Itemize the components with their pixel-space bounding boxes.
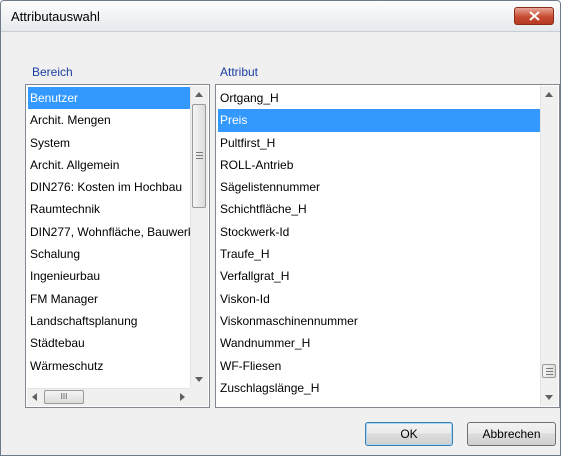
bereich-vertical-scrollbar[interactable] [190, 86, 208, 388]
list-item[interactable]: Viskon-Id [218, 288, 540, 310]
bereich-scroll-thumb[interactable] [192, 104, 206, 208]
list-item[interactable]: FM Manager [28, 288, 190, 310]
arrow-left-icon[interactable] [32, 393, 37, 401]
attribut-label: Attribut [220, 65, 259, 79]
bereich-horizontal-scrollbar[interactable]: III [27, 388, 190, 406]
arrow-up-icon [545, 92, 553, 97]
cancel-button[interactable]: Abbrechen [467, 422, 556, 446]
ok-button[interactable]: OK [365, 422, 453, 446]
close-icon [529, 11, 540, 21]
attribut-scroll-up-button[interactable] [541, 86, 558, 103]
attribut-scroll-down-button[interactable] [541, 389, 558, 406]
list-item[interactable]: Traufe_H [218, 243, 540, 265]
list-item[interactable]: Zuschlagslänge_H [218, 377, 540, 399]
scrollbar-corner [190, 388, 208, 406]
dialog-title: Attributauswahl [11, 9, 100, 24]
list-item[interactable]: Schalung [28, 243, 190, 265]
bereich-hscroll-thumb[interactable]: III [44, 390, 84, 404]
list-item[interactable]: Schichtfläche_H [218, 198, 540, 220]
list-item[interactable]: Landschaftsplanung [28, 310, 190, 332]
list-item[interactable]: Viskonmaschinennummer [218, 310, 540, 332]
title-bar[interactable]: Attributauswahl [1, 1, 560, 32]
list-item[interactable]: DIN277, Wohnfläche, Bauwerk [28, 221, 190, 243]
list-item[interactable]: Stockwerk-Id [218, 221, 540, 243]
bereich-scroll-up-button[interactable] [191, 86, 208, 103]
list-item[interactable]: Wärmeschutz [28, 355, 190, 377]
list-item[interactable]: Raumtechnik [28, 198, 190, 220]
list-item[interactable]: Archit. Mengen [28, 109, 190, 131]
attribut-items: Ortgang_H Preis Pultfirst_H ROLL-Antrieb Säg… [218, 87, 540, 399]
list-item[interactable]: Städtebau [28, 332, 190, 354]
list-item[interactable]: DIN276: Kosten im Hochbau [28, 176, 190, 198]
list-item[interactable]: Wandnummer_H [218, 332, 540, 354]
list-item[interactable]: Archit. Allgemein [28, 154, 190, 176]
arrow-up-icon [195, 92, 203, 97]
list-item[interactable]: Ortgang_H [218, 87, 540, 109]
arrow-down-icon [195, 377, 203, 382]
bereich-label: Bereich [32, 65, 73, 79]
list-item[interactable]: Pultfirst_H [218, 132, 540, 154]
list-item[interactable]: Ingenieurbau [28, 265, 190, 287]
bereich-scroll-down-button[interactable] [191, 371, 208, 388]
list-item[interactable]: WF-Fliesen [218, 355, 540, 377]
arrow-right-icon[interactable] [180, 393, 185, 401]
bereich-listbox[interactable]: Benutzer Archit. Mengen System Archit. Allg… [25, 84, 210, 408]
bereich-items: Benutzer Archit. Mengen System Archit. Allg… [28, 87, 190, 377]
dialog-window: Attributauswahl Bereich Attribut Benutze… [0, 0, 561, 456]
list-item[interactable]: System [28, 132, 190, 154]
attribut-listbox[interactable]: Ortgang_H Preis Pultfirst_H ROLL-Antrieb Säg… [215, 84, 560, 408]
attribut-vertical-scrollbar[interactable] [540, 86, 558, 406]
list-item[interactable]: Benutzer [28, 87, 190, 110]
list-item[interactable]: Sägelistennummer [218, 176, 540, 198]
attribut-scroll-thumb[interactable] [542, 364, 556, 378]
close-button[interactable] [514, 7, 554, 25]
list-item[interactable]: Preis [218, 109, 540, 132]
arrow-down-icon [545, 395, 553, 400]
list-item[interactable]: Verfallgrat_H [218, 265, 540, 287]
list-item[interactable]: ROLL-Antrieb [218, 154, 540, 176]
